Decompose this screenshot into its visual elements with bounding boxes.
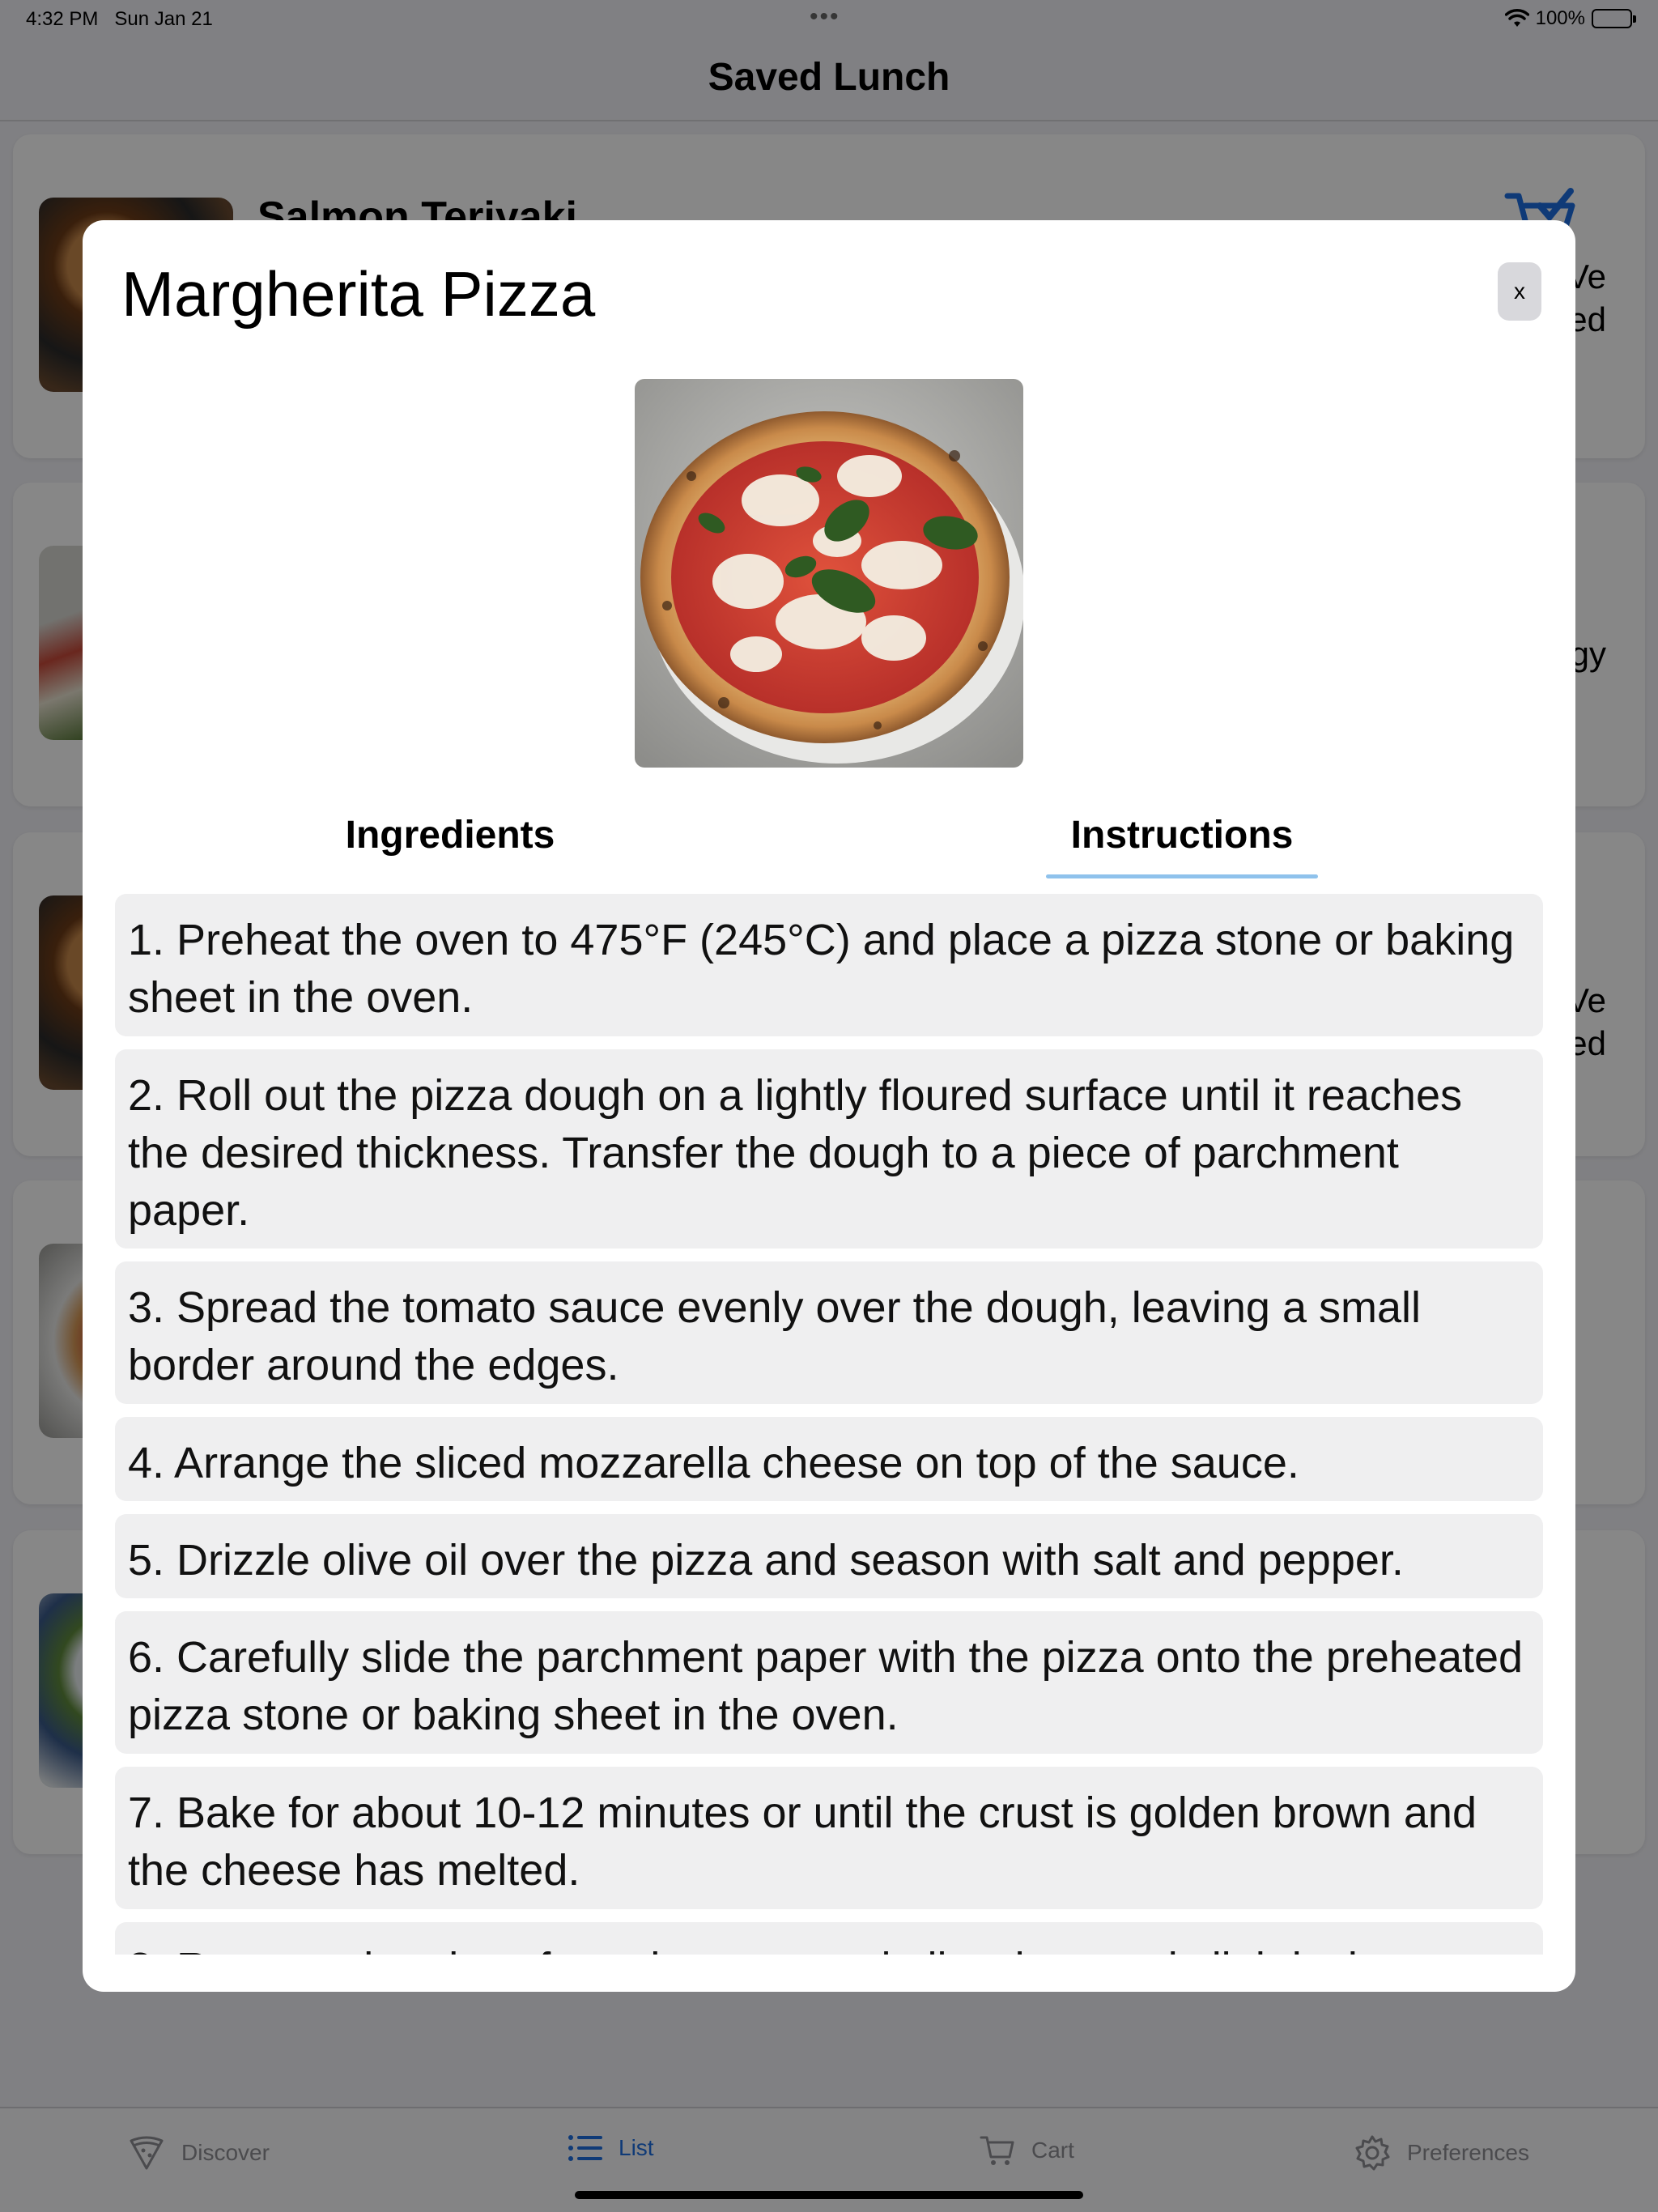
instructions-list[interactable]: 1. Preheat the oven to 475°F (245°C) and… <box>115 894 1543 1955</box>
home-indicator[interactable] <box>575 2191 1083 2199</box>
pizza-image <box>635 379 1023 768</box>
instruction-step: 8. Remove the pizza from the oven and al… <box>115 1922 1543 1955</box>
recipe-image <box>635 379 1023 768</box>
instruction-step: 3. Spread the tomato sauce evenly over t… <box>115 1261 1543 1404</box>
instruction-step: 4. Arrange the sliced mozzarella cheese … <box>115 1417 1543 1501</box>
tab-ingredients[interactable]: Ingredients <box>280 813 620 857</box>
instruction-step: 5. Drizzle olive oil over the pizza and … <box>115 1514 1543 1598</box>
tab-instructions[interactable]: Instructions <box>1046 813 1318 857</box>
instruction-step: 7. Bake for about 10-12 minutes or until… <box>115 1767 1543 1909</box>
instruction-step: 2. Roll out the pizza dough on a lightly… <box>115 1049 1543 1249</box>
close-button[interactable]: x <box>1498 262 1541 321</box>
recipe-detail-modal: Margherita Pizza x Ingredients Instructi… <box>83 220 1575 1992</box>
selected-tab-indicator <box>1046 874 1318 878</box>
instruction-step: 1. Preheat the oven to 475°F (245°C) and… <box>115 894 1543 1036</box>
instruction-step: 6. Carefully slide the parchment paper w… <box>115 1611 1543 1754</box>
modal-title: Margherita Pizza <box>121 258 596 330</box>
